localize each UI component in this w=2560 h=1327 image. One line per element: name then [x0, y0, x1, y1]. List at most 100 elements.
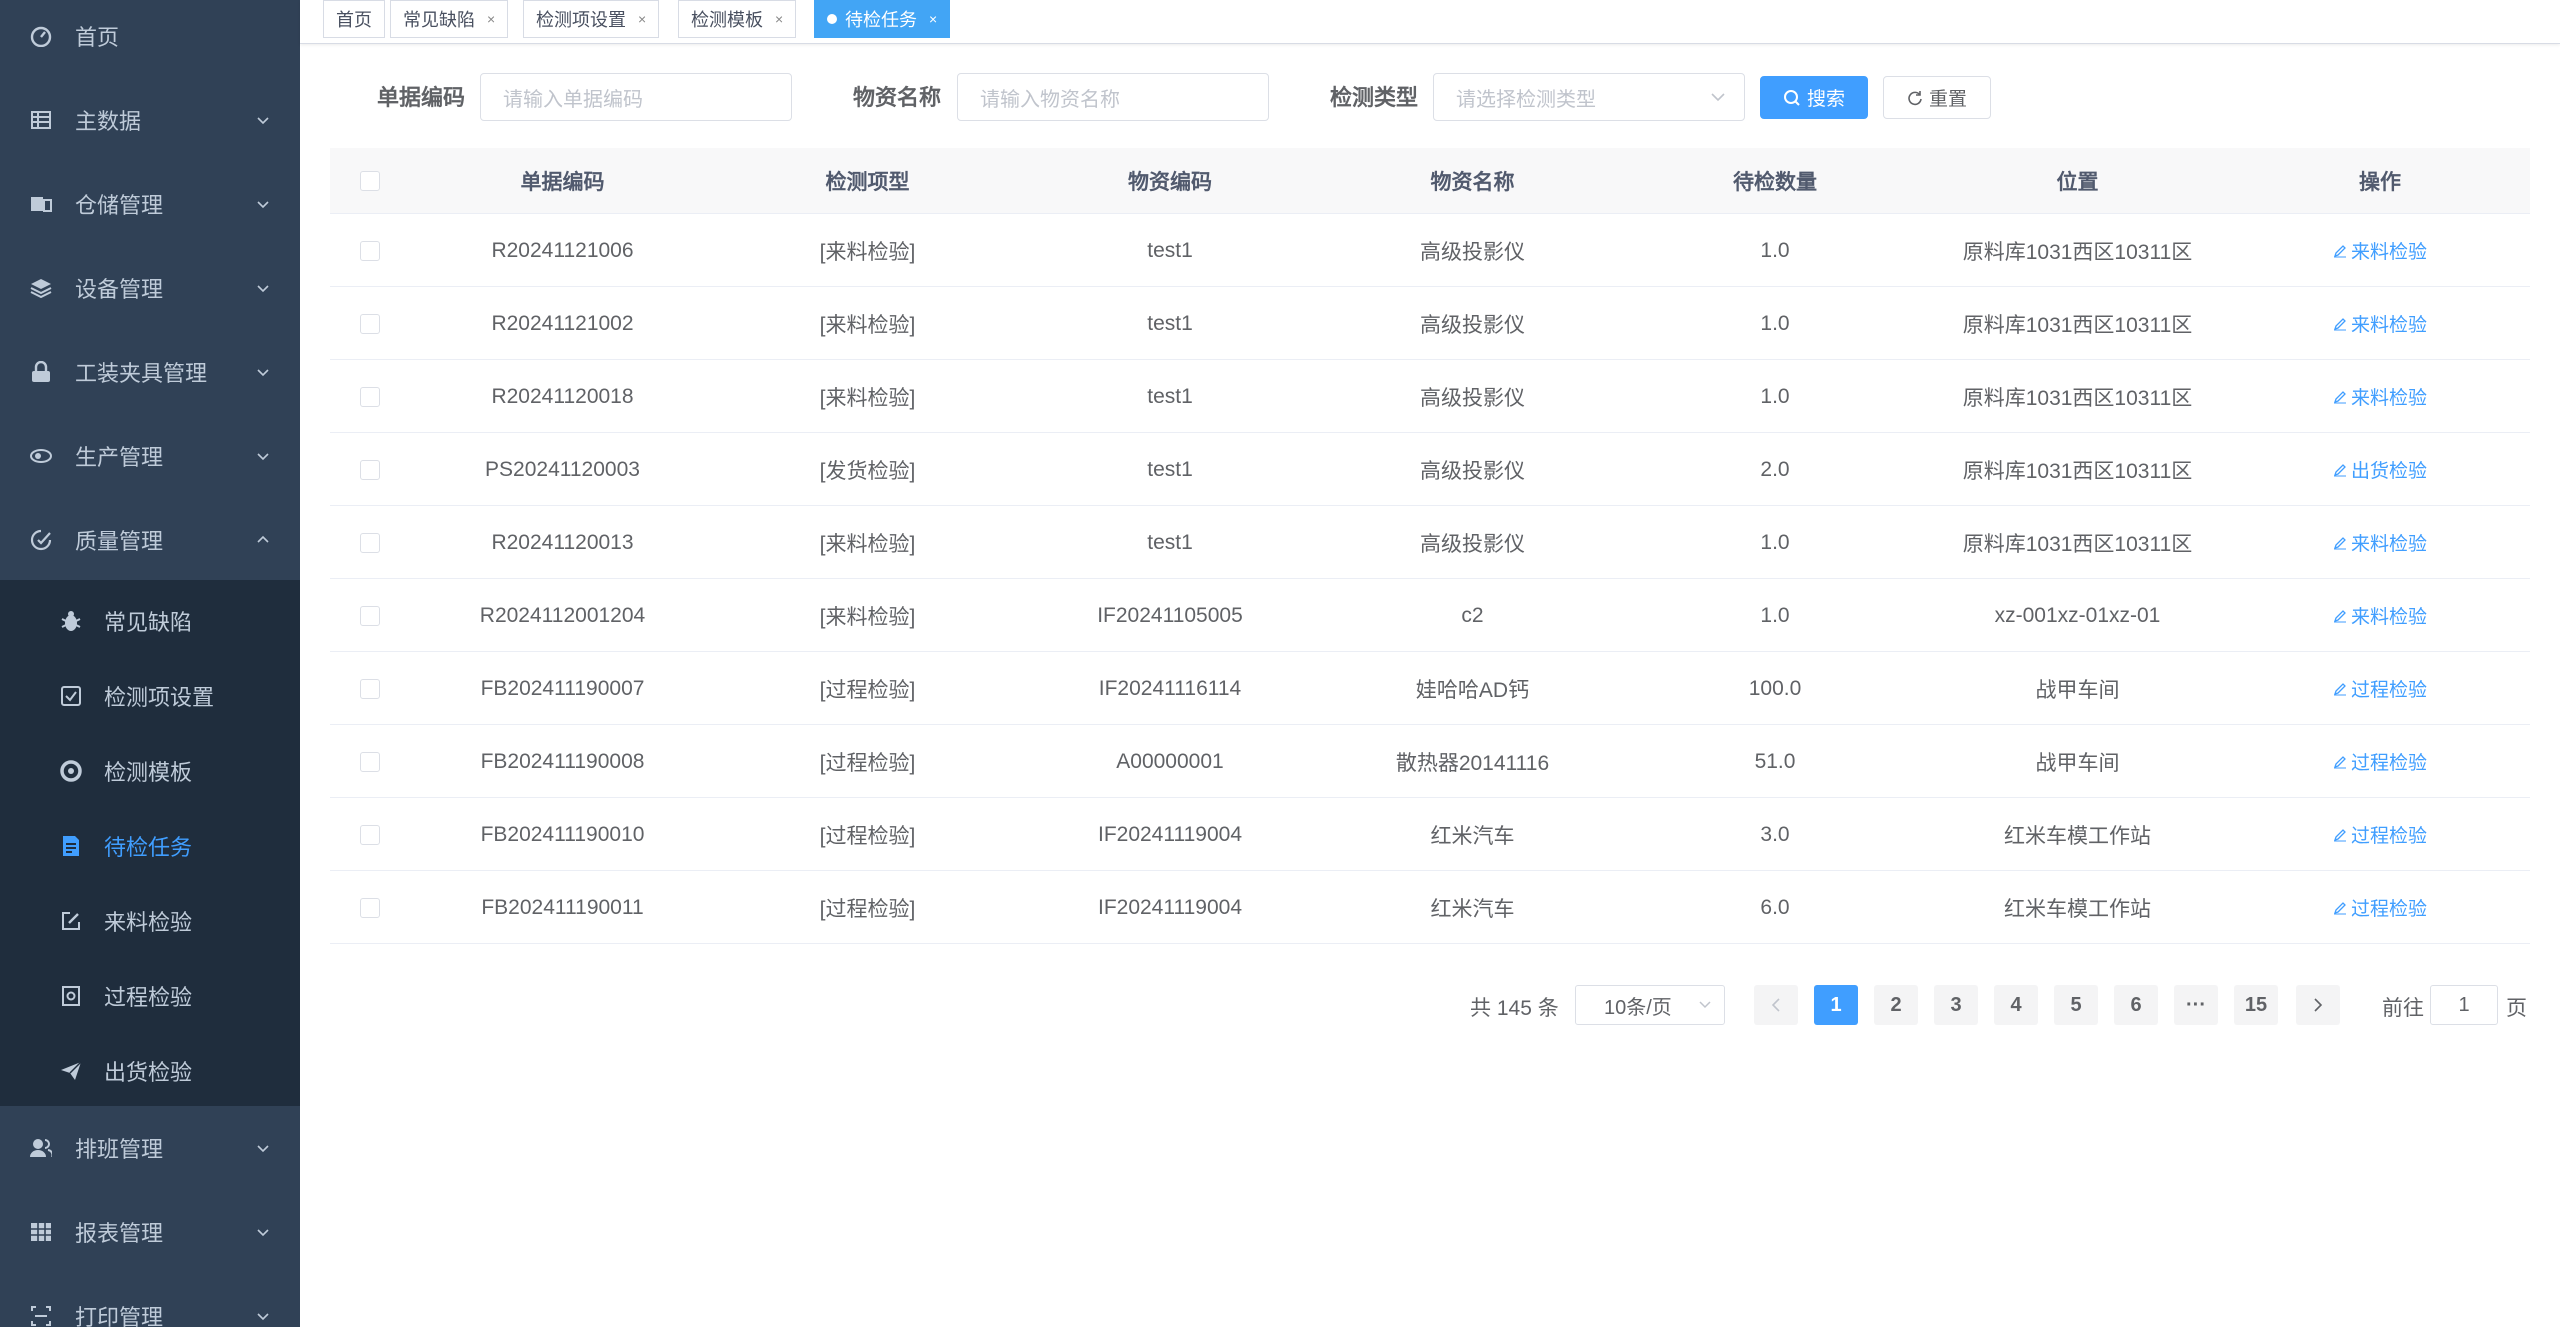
- edit-icon: [2333, 901, 2346, 914]
- tab-label: 检测模板: [691, 10, 763, 30]
- sidebar-item-tooling[interactable]: 工装夹具管理: [0, 330, 300, 414]
- search-button[interactable]: 搜索: [1760, 76, 1868, 119]
- cell-operation: 过程检验: [2230, 798, 2530, 871]
- inspect-link[interactable]: 出货检验: [2333, 456, 2427, 483]
- sidebar-item-label: 排班管理: [75, 1137, 164, 1162]
- goto-page-input[interactable]: 1: [2430, 985, 2498, 1025]
- inspect-link[interactable]: 来料检验: [2333, 383, 2427, 410]
- close-icon[interactable]: ×: [929, 11, 937, 27]
- row-checkbox[interactable]: [360, 459, 380, 480]
- page-number-button[interactable]: 3: [1934, 985, 1978, 1025]
- close-icon[interactable]: ×: [487, 11, 495, 27]
- sidebar-subitem-incoming-inspection[interactable]: 来料检验: [0, 883, 300, 958]
- sidebar-item-equipment[interactable]: 设备管理: [0, 246, 300, 330]
- inspect-link[interactable]: 过程检验: [2333, 821, 2427, 848]
- page-number-button[interactable]: 4: [1994, 985, 2038, 1025]
- close-icon[interactable]: ×: [775, 11, 783, 27]
- cell-loc: 原料库1031西区10311区: [1962, 240, 2193, 264]
- sidebar-item-label: 来料检验: [104, 909, 193, 935]
- reset-button[interactable]: 重置: [1883, 76, 1991, 119]
- tab-check-items[interactable]: 检测项设置 ×: [523, 0, 660, 38]
- cell-code: R20241121002: [491, 311, 634, 335]
- table-row: R2024112001204 [来料检验] IF20241105005 c2 1.0 xz…: [330, 579, 2530, 652]
- tab-templates[interactable]: 检测模板 ×: [678, 0, 797, 38]
- page-ellipsis[interactable]: ···: [2174, 985, 2218, 1025]
- sidebar-item-warehouse[interactable]: 仓储管理: [0, 162, 300, 246]
- type-select[interactable]: 请选择检测类型: [1433, 73, 1745, 121]
- select-all-checkbox[interactable]: [360, 171, 380, 191]
- sidebar-subitem-defects[interactable]: 常见缺陷: [0, 583, 300, 658]
- chevron-down-icon: [257, 453, 269, 461]
- row-checkbox[interactable]: [360, 605, 380, 626]
- column-header: 待检数量: [1733, 171, 1817, 194]
- row-checkbox[interactable]: [360, 532, 380, 553]
- tab-pending-tasks[interactable]: 待检任务 ×: [814, 0, 951, 38]
- inspect-link[interactable]: 过程检验: [2333, 675, 2427, 702]
- page-number-button[interactable]: 15: [2234, 985, 2278, 1025]
- cell-mcode: test1: [1147, 384, 1193, 408]
- close-icon[interactable]: ×: [638, 11, 646, 27]
- inspect-link[interactable]: 来料检验: [2333, 237, 2427, 264]
- sidebar-item-label: 生产管理: [75, 445, 164, 470]
- row-checkbox[interactable]: [360, 897, 380, 918]
- tab-defects[interactable]: 常见缺陷 ×: [390, 0, 509, 38]
- sidebar-item-label: 报表管理: [75, 1221, 164, 1246]
- sidebar-subitem-check-items[interactable]: 检测项设置: [0, 658, 300, 733]
- page-number-button[interactable]: 2: [1874, 985, 1918, 1025]
- page-number-button[interactable]: 6: [2114, 985, 2158, 1025]
- inspect-link[interactable]: 来料检验: [2333, 602, 2427, 629]
- sidebar-item-quality[interactable]: 质量管理: [0, 498, 300, 582]
- inspect-link[interactable]: 来料检验: [2333, 529, 2427, 556]
- template-icon: [60, 759, 82, 782]
- cell-qty: 1.0: [1760, 603, 1790, 627]
- sidebar-subitem-shipment-inspection[interactable]: 出货检验: [0, 1033, 300, 1108]
- cell-qty: 1.0: [1760, 311, 1790, 335]
- row-checkbox[interactable]: [360, 751, 380, 772]
- sidebar-item-print[interactable]: 打印管理: [0, 1274, 300, 1327]
- sidebar-item-scheduling[interactable]: 排班管理: [0, 1106, 300, 1190]
- cell-mname: 娃哈哈AD钙: [1415, 678, 1530, 702]
- cell-mname: 高级投影仪: [1420, 532, 1525, 556]
- chevron-down-icon: [257, 117, 269, 125]
- sidebar-item-label: 检测项设置: [104, 684, 215, 710]
- code-input[interactable]: 请输入单据编码: [480, 73, 792, 121]
- inspect-link[interactable]: 来料检验: [2333, 310, 2427, 337]
- inspect-link[interactable]: 过程检验: [2333, 748, 2427, 775]
- grid-icon: [30, 1221, 52, 1243]
- page-size-select[interactable]: 10条/页: [1575, 985, 1725, 1025]
- page-number-button[interactable]: 1: [1814, 985, 1858, 1025]
- sidebar-item-home[interactable]: 首页: [0, 0, 300, 78]
- tab-home[interactable]: 首页: [323, 0, 385, 38]
- cell-operation: 来料检验: [2230, 579, 2530, 652]
- sidebar-subitem-process-inspection[interactable]: 过程检验: [0, 958, 300, 1033]
- row-checkbox[interactable]: [360, 240, 380, 261]
- cell-code: FB202411190007: [480, 676, 645, 700]
- name-input[interactable]: 请输入物资名称: [957, 73, 1269, 121]
- row-checkbox[interactable]: [360, 678, 380, 699]
- sidebar-item-master-data[interactable]: 主数据: [0, 78, 300, 162]
- row-checkbox[interactable]: [360, 386, 380, 407]
- tags-view: 首页 常见缺陷 × 检测项设置 × 检测模板 × 待检任务 ×: [300, 0, 2560, 44]
- cell-mcode: test1: [1147, 311, 1193, 335]
- prev-page-button[interactable]: [1754, 985, 1798, 1025]
- page-number-button[interactable]: 5: [2054, 985, 2098, 1025]
- sidebar-item-label: 工装夹具管理: [75, 361, 208, 386]
- row-checkbox[interactable]: [360, 824, 380, 845]
- inspect-link-label: 过程检验: [2350, 680, 2427, 701]
- next-page-button[interactable]: [2296, 985, 2340, 1025]
- sidebar-item-label: 检测模板: [104, 759, 193, 785]
- sidebar-subitem-templates[interactable]: 检测模板: [0, 733, 300, 808]
- chevron-down-icon: [257, 285, 269, 293]
- cell-mname: 高级投影仪: [1420, 240, 1525, 264]
- sidebar-item-production[interactable]: 生产管理: [0, 414, 300, 498]
- tab-label: 常见缺陷: [403, 10, 475, 30]
- row-checkbox[interactable]: [360, 313, 380, 334]
- sidebar-subitem-pending-tasks[interactable]: 待检任务: [0, 808, 300, 883]
- edit-icon: [2333, 317, 2346, 330]
- table-row: FB202411190010 [过程检验] IF20241119004 红米汽车 3.0…: [330, 798, 2530, 871]
- inspect-link[interactable]: 过程检验: [2333, 894, 2427, 921]
- sidebar-item-label: 质量管理: [75, 529, 164, 554]
- cell-operation: 来料检验: [2230, 287, 2530, 360]
- sidebar-item-label: 待检任务: [104, 834, 193, 860]
- sidebar-item-reports[interactable]: 报表管理: [0, 1190, 300, 1274]
